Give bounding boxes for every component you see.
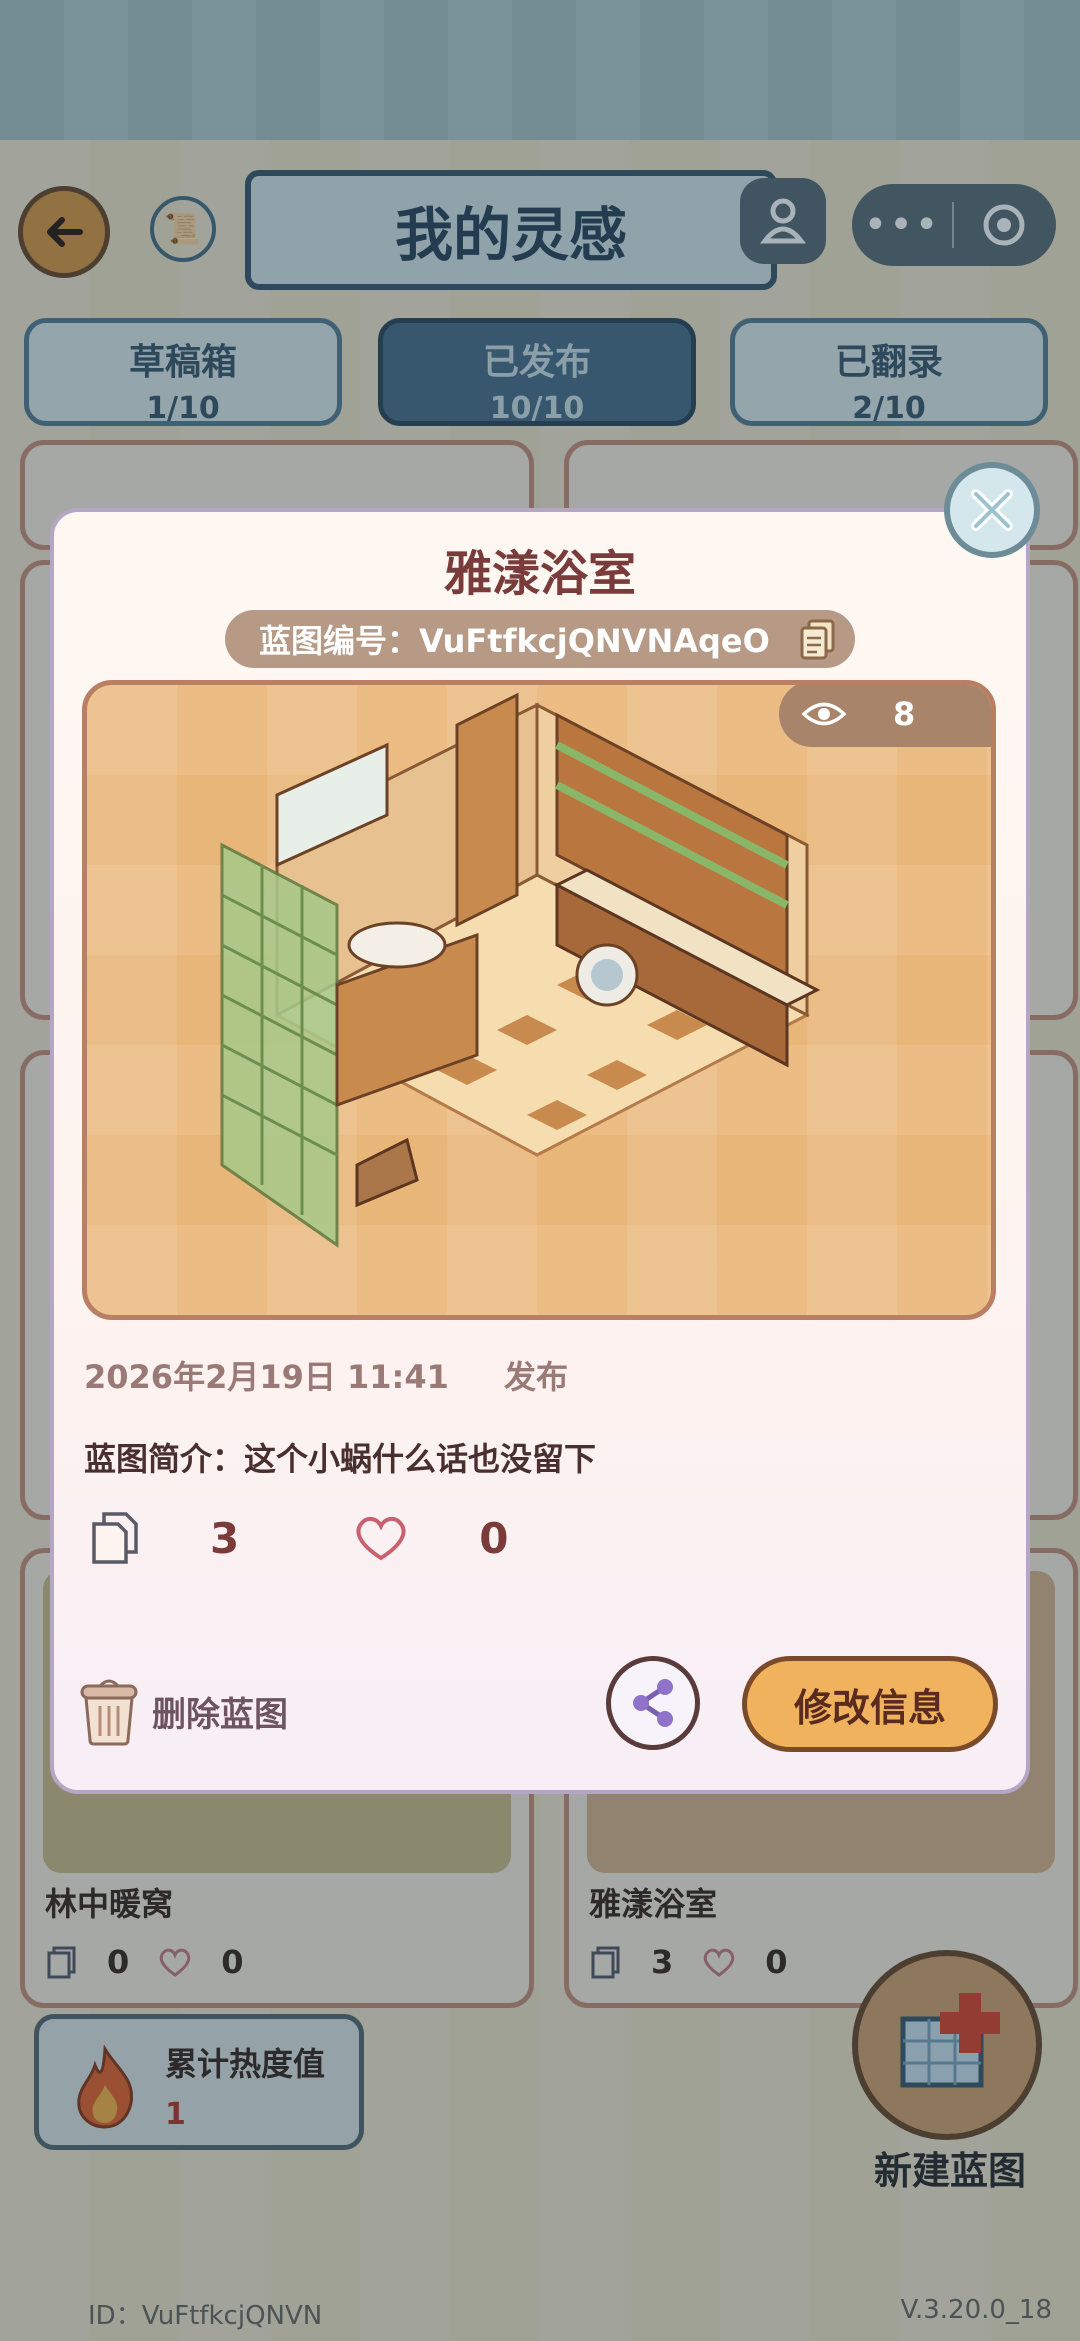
copy-icon[interactable] xyxy=(795,616,841,662)
view-count-badge: 8 xyxy=(779,685,991,747)
blueprint-code: 蓝图编号：VuFtfkcjQNVNAqeO xyxy=(225,610,855,668)
publish-status: 发布 xyxy=(504,1358,569,1396)
copy-icon xyxy=(92,1512,138,1564)
share-icon xyxy=(633,1679,673,1727)
heart-icon[interactable] xyxy=(353,1514,409,1562)
blueprint-preview-image: 8 xyxy=(82,680,996,1320)
delete-label: 删除蓝图 xyxy=(152,1694,288,1735)
publish-info: 2026年2月19日 11:41 发布 xyxy=(84,1352,568,1398)
like-count: 0 xyxy=(479,1513,509,1563)
trash-icon xyxy=(80,1679,138,1746)
bathroom-illustration xyxy=(220,692,821,1248)
modal-title: 雅漾浴室 xyxy=(443,546,636,602)
share-button[interactable] xyxy=(606,1656,700,1750)
view-count: 8 xyxy=(893,695,916,733)
edit-info-button[interactable]: 修改信息 xyxy=(742,1656,998,1752)
blueprint-description: 蓝图简介：这个小蜗什么话也没留下 xyxy=(84,1440,597,1478)
publish-date: 2026年2月19日 11:41 xyxy=(84,1358,449,1396)
eye-icon xyxy=(801,702,847,726)
delete-blueprint-button[interactable]: 删除蓝图 xyxy=(76,1676,288,1746)
close-icon xyxy=(971,489,1013,531)
blueprint-code-text: 蓝图编号：VuFtfkcjQNVNAqeO xyxy=(259,622,770,660)
modal-stats: 3 0 xyxy=(88,1508,508,1568)
copy-count: 3 xyxy=(210,1513,240,1563)
